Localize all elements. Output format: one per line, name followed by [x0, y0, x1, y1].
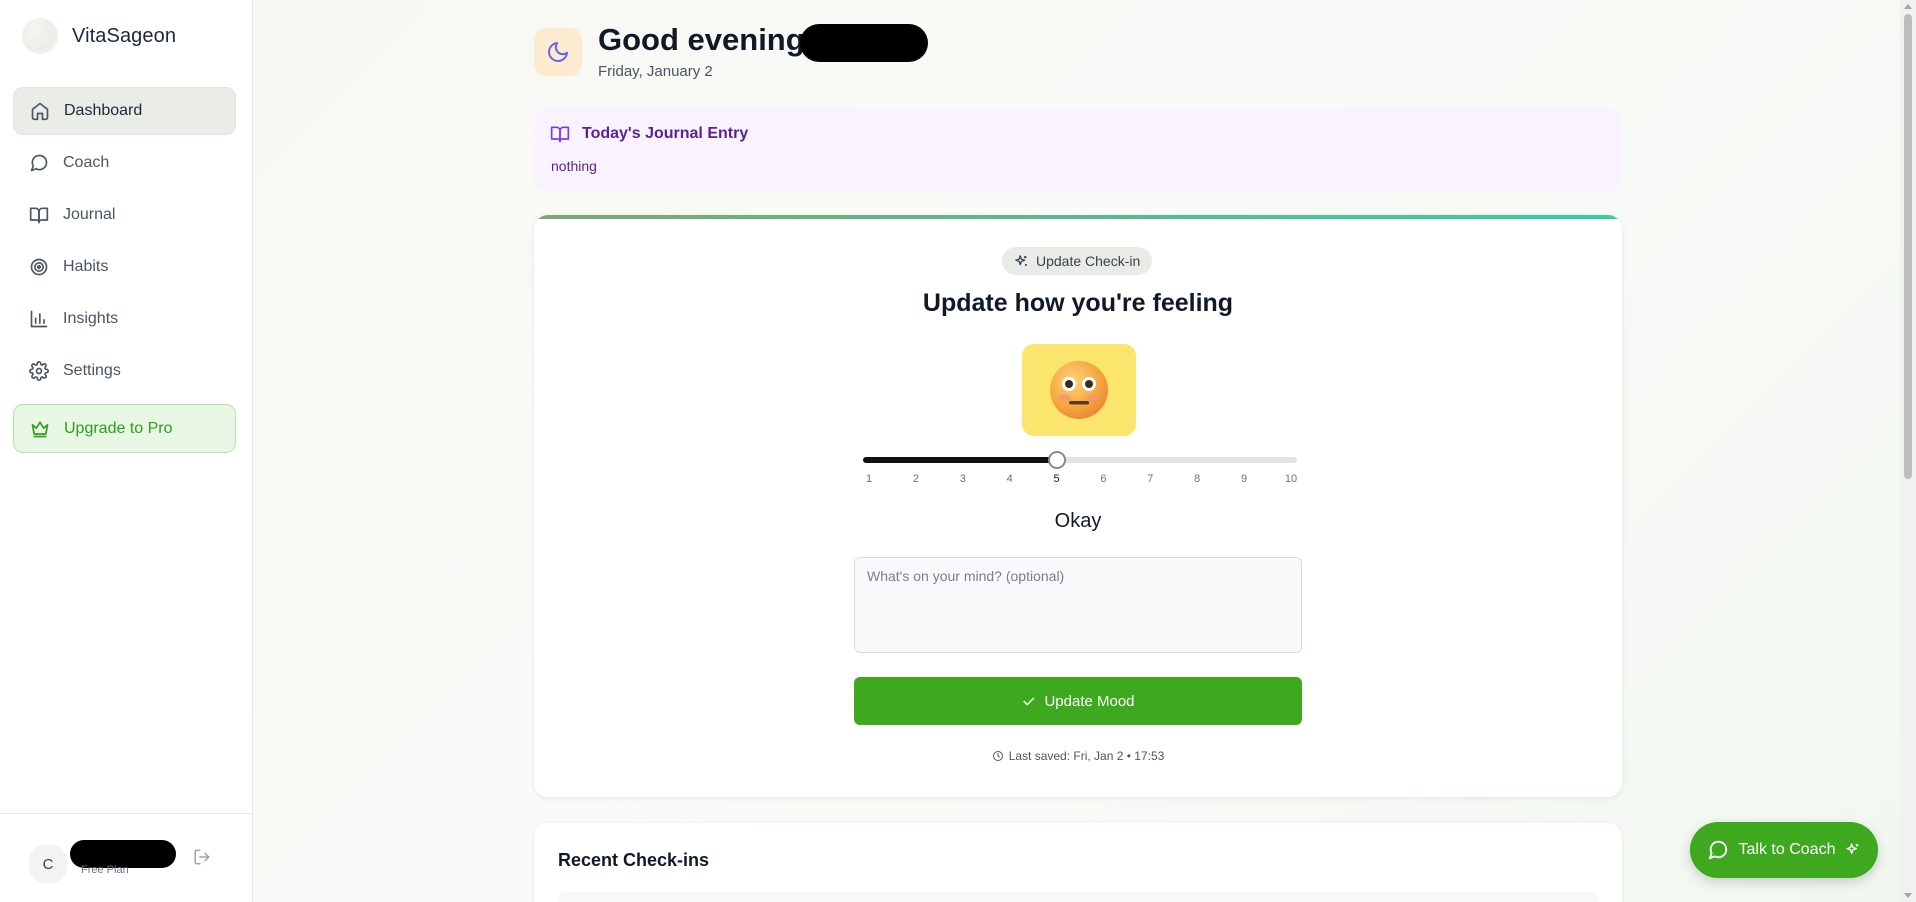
- avatar[interactable]: C: [28, 844, 68, 884]
- scroll-up-arrow[interactable]: [1904, 4, 1912, 9]
- moon-icon: [534, 28, 582, 76]
- logout-icon[interactable]: [193, 848, 211, 866]
- scale-tick: 3: [959, 473, 966, 485]
- greeting-date: Friday, January 2: [598, 63, 713, 80]
- chat-icon: [1707, 839, 1729, 861]
- brand-logo: [22, 18, 58, 54]
- sidebar-item-journal[interactable]: Journal: [13, 191, 236, 239]
- user-profile: C Free Plan: [0, 813, 253, 902]
- mood-label: Okay: [1054, 510, 1102, 532]
- sidebar-item-insights[interactable]: Insights: [13, 295, 236, 343]
- journal-entry-header: Today's Journal Entry: [550, 124, 748, 144]
- scale-tick: 1: [865, 473, 873, 485]
- talk-to-coach-label: Talk to Coach: [1738, 841, 1836, 858]
- neutral-face-icon: [1050, 361, 1108, 419]
- last-saved-text: Last saved: Fri, Jan 2 • 17:53: [1008, 749, 1165, 763]
- scale-tick: 5: [1053, 473, 1060, 485]
- upgrade-label: Upgrade to Pro: [64, 419, 173, 437]
- sidebar-item-settings[interactable]: Settings: [13, 347, 236, 395]
- sidebar-item-coach[interactable]: Coach: [13, 139, 236, 187]
- sidebar-item-dashboard[interactable]: Dashboard: [13, 87, 236, 135]
- scale-tick: 7: [1147, 473, 1154, 485]
- mood-note-input[interactable]: [854, 557, 1302, 653]
- page-scrollbar[interactable]: [1900, 0, 1916, 902]
- mood-scale-ticks: 1 2 3 4 5 6 7 8 9 10: [863, 473, 1297, 487]
- card-accent-bar: [534, 215, 1622, 219]
- sidebar-item-label: Coach: [63, 154, 110, 171]
- mood-checkin-card: Update Check-in Update how you're feelin…: [534, 215, 1622, 797]
- scale-tick: 2: [912, 473, 919, 485]
- book-icon: [550, 124, 570, 144]
- sidebar: VitaSageon Dashboard Coach Journal Habit…: [0, 0, 253, 902]
- target-icon: [29, 257, 49, 277]
- slider-thumb[interactable]: [1047, 451, 1066, 469]
- sidebar-item-label: Settings: [63, 362, 121, 379]
- mood-slider[interactable]: [863, 451, 1297, 469]
- sparkles-icon: [1845, 842, 1861, 858]
- sidebar-item-label: Insights: [63, 310, 119, 327]
- talk-to-coach-button[interactable]: Talk to Coach: [1690, 822, 1878, 878]
- scale-tick: 8: [1194, 473, 1201, 485]
- slider-fill: [863, 457, 1057, 463]
- mood-emoji: [1022, 344, 1136, 436]
- scale-tick: 10: [1284, 473, 1298, 485]
- journal-entry-title: Today's Journal Entry: [582, 125, 749, 142]
- sidebar-nav: Dashboard Coach Journal Habits Insights: [13, 87, 236, 399]
- last-saved: Last saved: Fri, Jan 2 • 17:53: [534, 749, 1622, 763]
- brand[interactable]: VitaSageon: [22, 16, 176, 56]
- update-mood-label: Update Mood: [1044, 692, 1135, 710]
- upgrade-to-pro-button[interactable]: Upgrade to Pro: [13, 404, 236, 453]
- sidebar-item-label: Habits: [63, 258, 109, 275]
- sidebar-item-label: Journal: [63, 206, 116, 223]
- journal-entry-card[interactable]: Today's Journal Entry nothing: [534, 108, 1622, 192]
- brand-name: VitaSageon: [72, 24, 177, 47]
- scale-tick: 4: [1006, 473, 1013, 485]
- journal-entry-text: nothing: [551, 158, 597, 174]
- gear-icon: [29, 361, 49, 381]
- recent-checkins-title: Recent Check-ins: [558, 850, 710, 870]
- chat-icon: [29, 153, 49, 173]
- sidebar-item-habits[interactable]: Habits: [13, 243, 236, 291]
- book-icon: [29, 205, 49, 225]
- checkin-heading: Update how you're feeling: [922, 289, 1234, 317]
- scale-tick: 9: [1241, 473, 1248, 485]
- check-icon: [1021, 694, 1036, 709]
- sidebar-item-label: Dashboard: [64, 102, 143, 119]
- greeting-name-redacted: [800, 24, 928, 62]
- sparkles-icon: [1014, 254, 1029, 269]
- update-checkin-badge: Update Check-in: [1002, 247, 1153, 275]
- scale-tick: 6: [1100, 473, 1107, 485]
- bar-chart-icon: [29, 309, 49, 329]
- recent-checkins-card: Recent Check-ins: [534, 823, 1622, 902]
- badge-label: Update Check-in: [1036, 253, 1141, 269]
- update-mood-button[interactable]: Update Mood: [854, 677, 1302, 725]
- scroll-thumb[interactable]: [1904, 14, 1912, 479]
- home-icon: [30, 101, 50, 121]
- greeting-title: Good evening,: [598, 22, 814, 57]
- scroll-down-arrow[interactable]: [1904, 893, 1912, 898]
- clock-icon: [992, 750, 1004, 762]
- user-plan: Free Plan: [81, 864, 129, 876]
- list-item[interactable]: [558, 892, 1598, 902]
- crown-icon: [30, 419, 50, 439]
